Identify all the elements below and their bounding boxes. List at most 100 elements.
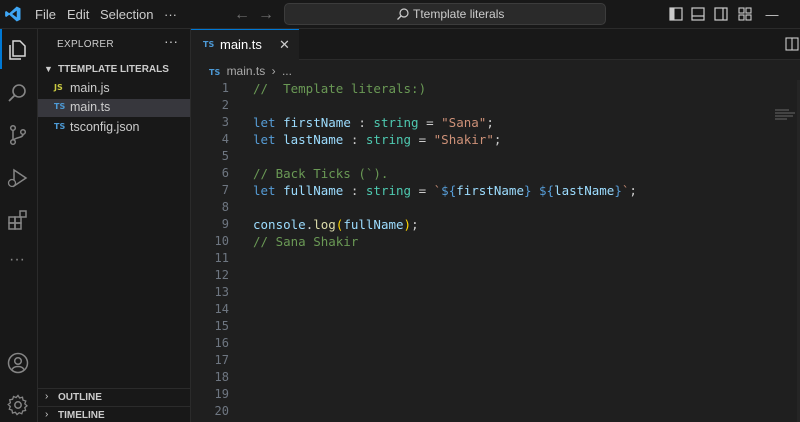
minimap[interactable]: [775, 109, 797, 123]
vscode-logo-icon: [5, 6, 21, 22]
line-number: 1: [221, 81, 229, 95]
interpolation-open: ${: [441, 183, 457, 198]
tab-main-ts[interactable]: TS main.ts ✕: [191, 29, 299, 61]
code-line: 18: [191, 369, 771, 386]
settings-gear-icon[interactable]: [6, 393, 30, 417]
punctuation: =: [411, 183, 434, 198]
customize-layout-icon[interactable]: [738, 6, 752, 22]
template-space: [532, 183, 540, 198]
explorer-title: EXPLORER: [57, 39, 114, 50]
explorer-more-button[interactable]: ···: [164, 33, 178, 49]
tsconfig-file-icon: TS: [54, 122, 66, 131]
function: log: [313, 217, 336, 232]
ts-file-icon: TS: [54, 102, 66, 111]
code-editor[interactable]: 1 // Template literals:) 2 3 let firstNa…: [191, 80, 771, 422]
chevron-right-icon: ›: [271, 64, 276, 78]
more-views-icon[interactable]: ···: [9, 251, 25, 269]
type: string: [365, 183, 412, 198]
code-line: 16: [191, 335, 771, 352]
line-number: 7: [221, 183, 229, 197]
punctuation: :: [343, 132, 366, 147]
punctuation: ;: [486, 115, 494, 130]
comment: // Template literals:): [253, 81, 427, 96]
menu-selection[interactable]: Selection: [100, 0, 153, 29]
code-line: 13: [191, 284, 771, 301]
menu-edit[interactable]: Edit: [67, 0, 89, 29]
toggle-secondary-sidebar-icon[interactable]: [714, 6, 728, 22]
line-number: 10: [214, 234, 229, 248]
code-line: 3 let firstName : string = "Sana";: [191, 114, 771, 131]
explorer-icon[interactable]: [6, 38, 30, 62]
toggle-panel-icon[interactable]: [691, 6, 705, 22]
line-number: 19: [214, 387, 229, 401]
line-number: 18: [214, 370, 229, 384]
folder-name: TTEMPLATE LITERALS: [58, 64, 169, 75]
tab-label: main.ts: [220, 37, 262, 52]
argument: fullName: [343, 217, 404, 232]
outline-panel-header[interactable]: › OUTLINE: [38, 388, 190, 406]
extensions-icon[interactable]: [6, 208, 30, 232]
title-bar: File Edit Selection ··· ← → Ttemplate li…: [0, 0, 800, 29]
interpolation-open: ${: [539, 183, 555, 198]
folder-row[interactable]: ▼ TTEMPLATE LITERALS: [38, 62, 190, 80]
minimize-button[interactable]: —: [764, 0, 780, 29]
close-icon[interactable]: ✕: [279, 37, 290, 53]
line-number: 15: [214, 319, 229, 333]
file-item-tsconfig[interactable]: TS tsconfig.json: [38, 119, 190, 137]
tab-bar: TS main.ts ✕: [191, 29, 800, 61]
line-number: 3: [221, 115, 229, 129]
search-text: Ttemplate literals: [413, 7, 505, 21]
variable: lastName: [283, 132, 344, 147]
punctuation: :: [350, 115, 374, 130]
line-number: 17: [214, 353, 229, 367]
account-icon[interactable]: [6, 351, 30, 375]
line-number: 2: [221, 98, 229, 112]
file-name: tsconfig.json: [70, 120, 140, 134]
breadcrumb: TS main.ts › ...: [209, 64, 295, 80]
outline-label: OUTLINE: [58, 392, 102, 403]
file-item-main-ts[interactable]: TS main.ts: [38, 99, 190, 117]
code-line: 17: [191, 352, 771, 369]
line-number: 8: [221, 200, 229, 214]
back-arrow-icon[interactable]: ←: [234, 0, 250, 29]
run-debug-icon[interactable]: [6, 166, 30, 190]
code-line: 8: [191, 199, 771, 216]
menu-more[interactable]: ···: [164, 0, 177, 29]
line-number: 20: [214, 404, 229, 418]
variable: firstName: [283, 115, 351, 130]
code-line: 11: [191, 250, 771, 267]
timeline-panel-header[interactable]: › TIMELINE: [38, 406, 190, 422]
line-number: 14: [214, 302, 229, 316]
file-name: main.ts: [70, 100, 111, 114]
string: "Sana": [441, 115, 487, 130]
editor-area: TS main.ts ✕ TS main.ts › ... 1 // Templ…: [191, 29, 800, 422]
breadcrumb-symbols[interactable]: ...: [282, 64, 292, 78]
code-line: 6 // Back Ticks (`).: [191, 165, 771, 182]
split-editor-icon[interactable]: [785, 37, 799, 51]
line-number: 13: [214, 285, 229, 299]
punctuation: ;: [629, 183, 637, 198]
active-indicator: [0, 29, 2, 69]
toggle-primary-sidebar-icon[interactable]: [669, 6, 683, 22]
keyword: let: [253, 115, 276, 130]
command-center-search[interactable]: Ttemplate literals: [284, 3, 606, 25]
code-line: 15: [191, 318, 771, 335]
search-icon: [397, 8, 409, 20]
search-icon[interactable]: [6, 81, 30, 105]
line-number: 16: [214, 336, 229, 350]
breadcrumb-file[interactable]: main.ts: [227, 64, 266, 78]
forward-arrow-icon[interactable]: →: [258, 0, 274, 29]
source-control-icon[interactable]: [6, 123, 30, 147]
variable: firstName: [456, 183, 524, 198]
punctuation: :: [343, 183, 366, 198]
code-line: 10 // Sana Shakir: [191, 233, 771, 250]
code-line: 2: [191, 97, 771, 114]
interpolation-close: }: [614, 183, 622, 198]
line-number: 5: [221, 149, 229, 163]
chevron-right-icon: ›: [45, 391, 49, 402]
code-line: 14: [191, 301, 771, 318]
line-number: 12: [214, 268, 229, 282]
code-line: 1 // Template literals:): [191, 80, 771, 97]
menu-file[interactable]: File: [35, 0, 56, 29]
file-item-main-js[interactable]: JS main.js: [38, 80, 190, 98]
